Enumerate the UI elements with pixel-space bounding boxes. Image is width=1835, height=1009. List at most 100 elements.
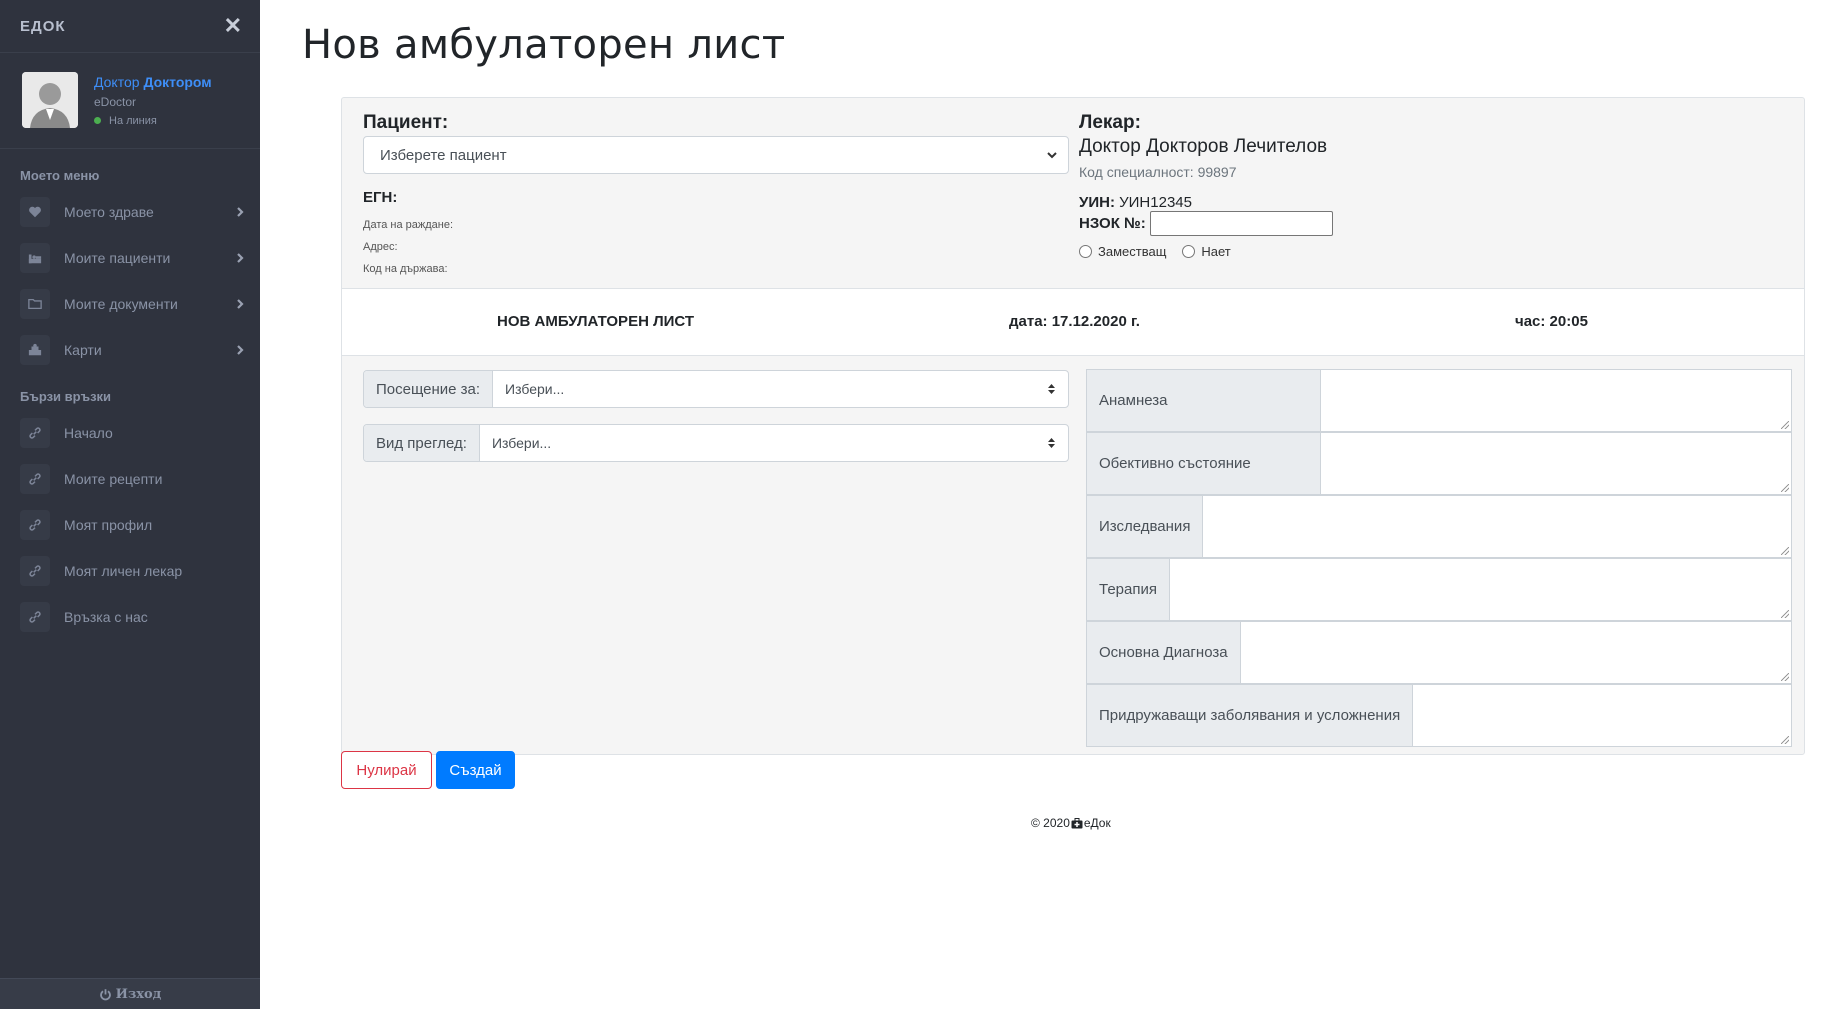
- sidebar-item-label: Моите документи: [64, 296, 178, 312]
- nzok-row: НЗОК №:: [1079, 211, 1779, 236]
- sidebar-item-my-profile[interactable]: Моят профил: [0, 502, 260, 548]
- online-status-dot: [94, 117, 101, 124]
- sidebar-item-label: Моите пациенти: [64, 250, 171, 266]
- anamnesis-textarea[interactable]: [1321, 370, 1791, 431]
- footer-copyright: © 2020: [1031, 816, 1070, 830]
- main-menu: Моето здраве Моите пациенти Моите докуме…: [0, 189, 260, 373]
- radio-button[interactable]: [1079, 245, 1092, 258]
- avatar[interactable]: [22, 72, 78, 128]
- main-diagnosis-textarea[interactable]: [1240, 622, 1791, 683]
- chevron-down-icon: [1047, 152, 1057, 159]
- therapy-group: Терапия: [1086, 558, 1792, 621]
- logout-label: Изход: [115, 986, 162, 1002]
- address-label: Адрес:: [363, 241, 398, 253]
- patient-select[interactable]: Изберете пациент: [363, 136, 1069, 174]
- sidebar-item-label: Моят профил: [64, 517, 153, 533]
- sort-arrows-icon: [1048, 384, 1055, 394]
- brand-logo: ЕДОК: [20, 17, 66, 35]
- radio-substitute-label: Заместващ: [1098, 244, 1167, 259]
- quick-links-title: Бързи връзки: [20, 389, 112, 404]
- radio-hired-label: Нает: [1201, 244, 1231, 259]
- sidebar-item-contact[interactable]: Връзка с нас: [0, 594, 260, 640]
- sidebar-item-home[interactable]: Начало: [0, 410, 260, 456]
- folder-icon: [20, 289, 50, 319]
- specialty-code: Код специалност: 99897: [1079, 164, 1237, 180]
- radio-hired[interactable]: Нает: [1182, 244, 1231, 259]
- user-panel: Доктор Доктором eDoctor На линия: [0, 52, 260, 149]
- form-time: час: 20:05: [1515, 313, 1588, 330]
- footer-brand: еДок: [1083, 816, 1111, 830]
- birth-date-label: Дата на раждане:: [363, 219, 454, 231]
- heart-icon: [20, 197, 50, 227]
- chevron-right-icon: [237, 253, 244, 263]
- user-status-text: На линия: [109, 114, 157, 127]
- exam-type-label: Вид преглед:: [364, 425, 480, 461]
- nzok-input[interactable]: [1149, 211, 1333, 236]
- map-icon: [20, 335, 50, 365]
- patient-select-value: Изберете пациент: [380, 146, 507, 164]
- user-status: На линия: [94, 115, 212, 127]
- patients-icon: [20, 243, 50, 273]
- visit-type-select[interactable]: Избери...: [493, 371, 1068, 407]
- user-role: eDoctor: [94, 94, 137, 109]
- sidebar-item-my-patients[interactable]: Моите пациенти: [0, 235, 260, 281]
- radio-substitute[interactable]: Заместващ: [1079, 244, 1166, 259]
- egn-label: ЕГН:: [363, 189, 398, 206]
- close-icon[interactable]: ✕: [224, 15, 242, 37]
- sidebar-header: ЕДОК ✕: [0, 0, 260, 52]
- patient-section: Пациент: Изберете пациент ЕГН: Дата на р…: [363, 112, 1069, 275]
- patient-label: Пациент:: [363, 112, 449, 133]
- footer: © 2020 еДок: [1031, 816, 1111, 830]
- ambulatory-form-card: Пациент: Изберете пациент ЕГН: Дата на р…: [341, 97, 1805, 755]
- link-icon: [20, 556, 50, 586]
- chevron-right-icon: [237, 299, 244, 309]
- user-info: Доктор Доктором eDoctor На линия: [94, 74, 212, 127]
- sidebar-item-my-documents[interactable]: Моите документи: [0, 281, 260, 327]
- visit-type-value: Избери...: [505, 381, 565, 397]
- sidebar-item-my-health[interactable]: Моето здраве: [0, 189, 260, 235]
- form-title: НОВ АМБУЛАТОРЕН ЛИСТ: [497, 313, 694, 330]
- sidebar-item-label: Моят личен лекар: [64, 563, 183, 579]
- sidebar-item-label: Моите рецепти: [64, 471, 163, 487]
- page-title: Нов амбулаторен лист: [302, 22, 786, 68]
- objective-state-label: Обективно състояние: [1087, 433, 1321, 494]
- comorbidities-group: Придружаващи заболявания и усложнения: [1086, 684, 1792, 747]
- uin-value: УИН12345: [1119, 194, 1192, 211]
- sidebar-item-label: Карти: [64, 342, 102, 358]
- comorbidities-label: Придружаващи заболявания и усложнения: [1087, 685, 1414, 746]
- doctor-type-radios: Заместващ Нает: [1079, 244, 1779, 259]
- main-diagnosis-group: Основна Диагноза: [1086, 621, 1792, 684]
- country-code-label: Код на държава:: [363, 263, 448, 275]
- link-icon: [20, 464, 50, 494]
- menu-section-title: Моето меню: [20, 168, 100, 183]
- uin-label: УИН:: [1079, 194, 1115, 211]
- objective-state-textarea[interactable]: [1321, 433, 1791, 494]
- anamnesis-label: Анамнеза: [1087, 370, 1321, 431]
- chevron-right-icon: [237, 207, 244, 217]
- link-icon: [20, 602, 50, 632]
- objective-state-group: Обективно състояние: [1086, 432, 1792, 495]
- user-first-name[interactable]: Доктор: [94, 74, 140, 90]
- investigations-label: Изследвания: [1087, 496, 1204, 557]
- form-header: Пациент: Изберете пациент ЕГН: Дата на р…: [342, 98, 1804, 288]
- user-last-name[interactable]: Доктором: [143, 74, 211, 90]
- radio-button[interactable]: [1182, 245, 1196, 258]
- user-name-link[interactable]: Доктор Доктором: [94, 74, 212, 90]
- sidebar-item-my-gp[interactable]: Моят личен лекар: [0, 548, 260, 594]
- reset-button[interactable]: Нулирай: [341, 751, 432, 789]
- logout-button[interactable]: Изход: [0, 978, 260, 1009]
- sidebar-item-my-prescriptions[interactable]: Моите рецепти: [0, 456, 260, 502]
- create-button[interactable]: Създай: [436, 751, 515, 789]
- sidebar-item-label: Моето здраве: [64, 204, 154, 220]
- doctor-name: Доктор Докторов Лечителов: [1079, 136, 1328, 157]
- therapy-textarea[interactable]: [1169, 559, 1791, 620]
- power-icon: [99, 988, 111, 1000]
- uin-row: УИН: УИН12345: [1079, 194, 1779, 211]
- sidebar-item-maps[interactable]: Карти: [0, 327, 260, 373]
- comorbidities-textarea[interactable]: [1413, 685, 1791, 746]
- sort-arrows-icon: [1048, 438, 1055, 448]
- nzok-label: НЗОК №:: [1079, 215, 1146, 232]
- exam-type-select[interactable]: Избери...: [480, 425, 1068, 461]
- medical-kit-icon: [1071, 817, 1083, 828]
- investigations-textarea[interactable]: [1203, 496, 1791, 557]
